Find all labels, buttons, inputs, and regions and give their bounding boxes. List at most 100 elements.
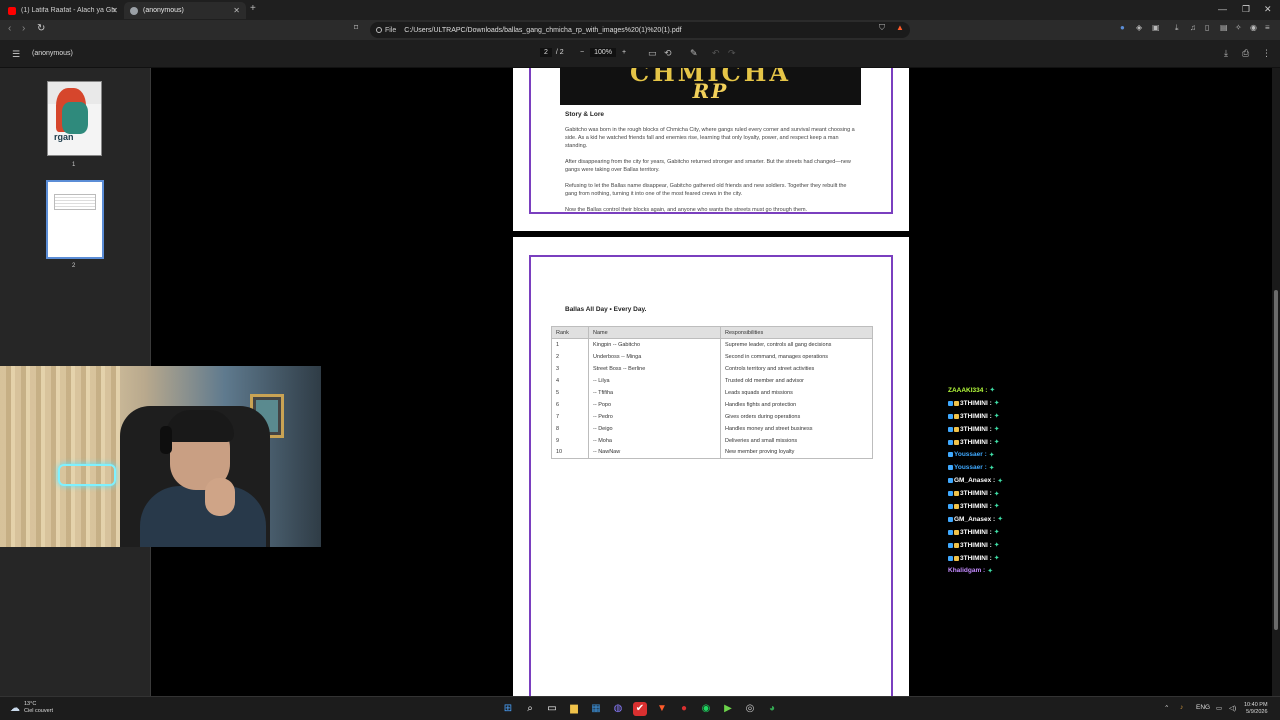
emote-icon: ✦: [988, 464, 995, 472]
rewards-icon[interactable]: ▲: [896, 23, 904, 32]
menu-icon[interactable]: ≡: [1265, 23, 1270, 32]
page-heading: Ballas All Day • Every Day.: [565, 306, 647, 313]
table-cell: 4: [551, 374, 589, 387]
chat-username: 3THIMINI :: [960, 425, 992, 433]
brave-shield-icon[interactable]: ⛉: [879, 23, 885, 33]
zoom-level[interactable]: 100%: [590, 48, 616, 57]
reload-icon[interactable]: ↻: [37, 23, 45, 34]
chat-message: 3THIMINI : ✦: [948, 526, 1068, 539]
tab-youtube[interactable]: (1) Latifa Raafat - Alach ya Ghzali | ..…: [2, 2, 124, 19]
chat-message: Youssaer : ✦: [948, 448, 1068, 461]
profile-icon[interactable]: ◉: [1250, 23, 1257, 32]
table-cell: -- NawNaw: [588, 446, 721, 459]
story-paragraph: Gabitcho was born in the rough blocks of…: [565, 127, 855, 149]
chat-badge-icon: [954, 439, 959, 445]
page-thumbnail-1[interactable]: rgan: [47, 81, 102, 156]
music-icon[interactable]: ♫: [1190, 23, 1196, 32]
download-pdf-icon[interactable]: ⤓: [1224, 48, 1228, 59]
emote-icon: ✦: [993, 426, 1000, 434]
close-icon[interactable]: ✕: [111, 6, 118, 15]
tabs-icon[interactable]: ▤: [1220, 23, 1228, 32]
document-title: (anonymous): [32, 50, 73, 57]
file-chip[interactable]: File: [376, 27, 396, 34]
chat-username: 3THIMINI :: [960, 528, 992, 536]
more-options-icon[interactable]: ⋮: [1262, 48, 1271, 59]
language-indicator[interactable]: ENG: [1196, 704, 1210, 711]
bookmark-icon[interactable]: ⌑: [354, 23, 358, 32]
chrome-icon[interactable]: ◕: [765, 702, 779, 716]
tab-pdf[interactable]: (anonymous) ✕: [124, 2, 246, 19]
chmicha-banner: CHMICHA RP: [560, 68, 861, 105]
globe-icon: [130, 6, 138, 15]
emote-icon: ✦: [993, 400, 1000, 408]
windows-start-icon[interactable]: ⊞: [501, 702, 515, 716]
table-cell: Trusted old member and advisor: [720, 374, 873, 387]
ranks-table: Rank Name Responsibilities 1 Kingpin -- G…: [551, 326, 873, 459]
emote-icon: ✦: [993, 413, 1000, 421]
zoom-in-icon[interactable]: +: [622, 49, 626, 56]
close-icon[interactable]: ✕: [233, 6, 240, 15]
new-tab-button[interactable]: +: [250, 3, 256, 14]
download-icon[interactable]: ⤓: [1175, 23, 1179, 33]
back-icon[interactable]: ‹: [8, 23, 11, 34]
volume-icon[interactable]: ◁): [1229, 704, 1236, 712]
chevron-up-icon[interactable]: ⌃: [1164, 704, 1169, 712]
fit-page-icon[interactable]: ▭: [648, 48, 657, 59]
emote-icon: ✦: [993, 542, 1000, 550]
vpn-icon[interactable]: ●: [1120, 23, 1125, 32]
address-bar[interactable]: File C:/Users/ULTRAPC/Downloads/ballas_g…: [370, 22, 910, 38]
mouse-cursor-icon: ➤: [875, 600, 884, 611]
annotate-icon[interactable]: ✎: [690, 48, 698, 59]
system-clock[interactable]: 10:40 PM 5/9/2026: [1244, 702, 1268, 716]
chat-badge-icon: [948, 529, 953, 535]
table-row: 10 -- NawNaw New member proving loyalty: [551, 446, 873, 459]
scrollbar-thumb[interactable]: [1274, 290, 1278, 630]
brave-icon[interactable]: ▼: [655, 702, 669, 716]
game-icon[interactable]: ▶: [721, 702, 735, 716]
table-cell: -- Tfifiha: [588, 386, 721, 399]
chat-badge-icon: [954, 426, 959, 432]
chat-badge-icon: [948, 426, 953, 432]
record-icon[interactable]: ●: [677, 702, 691, 716]
spotify-icon[interactable]: ◉: [699, 702, 713, 716]
app-icon[interactable]: ✔: [633, 702, 647, 716]
task-view-icon[interactable]: ▭: [545, 702, 559, 716]
mic-icon[interactable]: ♪: [1180, 704, 1183, 711]
page-number-input[interactable]: 2: [540, 48, 552, 57]
obs-icon[interactable]: ◎: [743, 702, 757, 716]
zoom-out-icon[interactable]: −: [580, 49, 584, 56]
undo-icon[interactable]: ↶: [712, 48, 720, 59]
store-icon[interactable]: ▦: [589, 702, 603, 716]
emote-icon: ✦: [993, 529, 1000, 537]
network-icon[interactable]: ▭: [1216, 704, 1222, 712]
search-icon[interactable]: ⌕: [523, 702, 537, 716]
story-paragraph: After disappearing from the city for yea…: [565, 159, 851, 173]
restore-icon[interactable]: ❐: [1242, 4, 1250, 15]
leo-icon[interactable]: ✧: [1235, 23, 1242, 32]
forward-icon[interactable]: ›: [22, 23, 25, 34]
table-cell: Second in command, manages operations: [720, 350, 873, 363]
rotate-icon[interactable]: ⟲: [664, 48, 672, 59]
chat-badge-icon: [948, 555, 953, 561]
table-row: 2 Underboss -- Minga Second in command, ma…: [551, 350, 873, 363]
file-explorer-icon[interactable]: ▆: [567, 702, 581, 716]
weather-widget[interactable]: ☁ 13°C Ciel couvert: [10, 701, 53, 715]
tab-title: (1) Latifa Raafat - Alach ya Ghzali | ..…: [21, 7, 116, 14]
sidebar-icon[interactable]: ▯: [1205, 23, 1209, 32]
table-cell: 7: [551, 410, 589, 423]
chat-badge-icon: [948, 542, 953, 548]
wallet-icon[interactable]: ▣: [1152, 23, 1160, 32]
chat-message: 3THIMINI : ✦: [948, 423, 1068, 436]
table-cell: Street Boss -- Berline: [588, 362, 721, 375]
hamburger-menu-icon[interactable]: ☰: [12, 49, 20, 60]
chat-badge-icon: [948, 491, 953, 497]
page-thumbnail-2[interactable]: [46, 180, 104, 259]
redo-icon[interactable]: ↷: [728, 48, 736, 59]
zoom-controls: − 100% +: [580, 48, 626, 57]
minimize-icon[interactable]: —: [1218, 4, 1227, 14]
table-cell: New member proving loyalty: [720, 446, 873, 459]
close-window-icon[interactable]: ✕: [1264, 4, 1272, 15]
extension-icon[interactable]: ◈: [1136, 23, 1142, 32]
teams-icon[interactable]: ◍: [611, 702, 625, 716]
print-icon[interactable]: ⎙: [1242, 48, 1249, 59]
